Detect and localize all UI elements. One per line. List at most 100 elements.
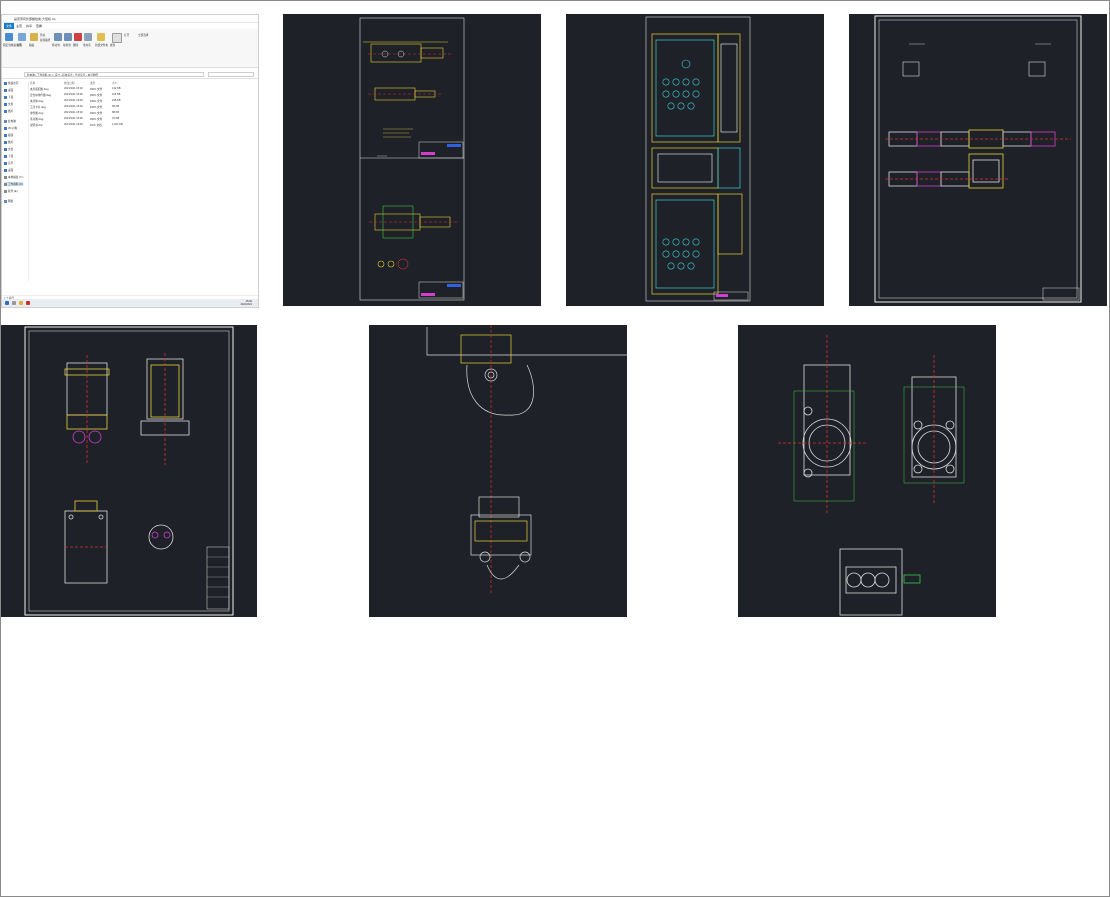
- title-block: [418, 141, 464, 159]
- front-view: [64, 355, 110, 465]
- file-name: 定位块零件图.dwg: [30, 94, 52, 97]
- file-list: 名称 修改日期 类型 大小 夹具装配图.dwg 2021/3/21 15:02 DW…: [30, 81, 256, 141]
- cad-drawing-shaft[interactable]: [283, 14, 541, 306]
- delete-icon[interactable]: [74, 33, 82, 41]
- nav-item[interactable]: 桌面: [4, 168, 13, 172]
- nav-item[interactable]: 下载: [4, 95, 13, 99]
- cylinder-rows: [885, 129, 1071, 189]
- move-icon[interactable]: [54, 33, 62, 41]
- bottom-view: [839, 548, 921, 616]
- table-row[interactable]: 说明书.doc 2021/3/21 15:02 DOC 文档 1,204 KB: [30, 123, 256, 129]
- cad-canvas: [24, 326, 234, 616]
- folder-icon: [4, 133, 7, 137]
- app-icon[interactable]: [26, 301, 30, 305]
- nav-item[interactable]: 文档: [4, 147, 13, 151]
- folder-icon: [4, 161, 7, 165]
- folder-icon: [4, 102, 7, 106]
- nav-item[interactable]: 此电脑: [4, 119, 16, 123]
- search-input[interactable]: [208, 72, 254, 77]
- shaft-bottom: [369, 205, 458, 270]
- ribbon-label: 新建文件夹: [95, 44, 108, 47]
- pin-icon[interactable]: [5, 33, 13, 41]
- nav-item[interactable]: 3D 对象: [4, 126, 17, 130]
- nav-item[interactable]: 图片: [4, 109, 13, 113]
- nav-item[interactable]: 视频: [4, 133, 13, 137]
- nav-item[interactable]: 文档: [4, 102, 13, 106]
- column-date[interactable]: 修改日期: [64, 81, 74, 85]
- nav-item[interactable]: 快速访问: [4, 81, 18, 85]
- left-view: [778, 335, 868, 515]
- computer-icon: [4, 119, 7, 123]
- nav-item[interactable]: 软件 (E:): [4, 189, 18, 193]
- cad-drawing-cylinders[interactable]: [849, 14, 1107, 306]
- ribbon-label[interactable]: 全部选择: [138, 33, 148, 37]
- annotations: [377, 128, 413, 157]
- copy-to-icon[interactable]: [64, 33, 72, 41]
- cad-drawing-flange-block[interactable]: [738, 325, 996, 617]
- nav-item[interactable]: 本地磁盘 (C:): [4, 175, 23, 179]
- taskbar: 15:02 2021/3/21: [2, 299, 258, 307]
- parts-list: [206, 546, 230, 610]
- file-name: 毛坯图.dwg: [30, 118, 44, 121]
- file-date: 2021/3/21 15:02: [64, 105, 83, 108]
- nav-item[interactable]: 音乐: [4, 161, 13, 165]
- plate-middle: [651, 147, 741, 189]
- address-input[interactable]: 此电脑 › 工作资料 (D:) › 设计 › 机械设计 › 毕业设计 › 夹具图…: [24, 72, 204, 77]
- file-type: DWG 文件: [90, 118, 103, 121]
- search-icon[interactable]: [12, 301, 16, 305]
- title-block: [713, 291, 749, 301]
- cad-drawing-fixture-plate[interactable]: [566, 14, 824, 306]
- column-type[interactable]: 类型: [90, 81, 95, 85]
- ribbon-label: 复制: [17, 44, 23, 47]
- new-folder-icon[interactable]: [97, 33, 105, 41]
- column-size[interactable]: 大小: [112, 81, 117, 85]
- file-date: 2021/3/21 15:02: [64, 117, 83, 120]
- copy-icon[interactable]: [18, 33, 26, 41]
- ribbon-label: 粘贴: [29, 44, 35, 47]
- folder-icon: [4, 95, 7, 99]
- file-type: DWG 文件: [90, 94, 103, 97]
- explorer-icon[interactable]: [19, 301, 23, 305]
- file-date: 2021/3/21 15:02: [64, 99, 83, 102]
- side-view: [140, 353, 190, 465]
- paste-icon[interactable]: [30, 33, 38, 41]
- column-name[interactable]: 名称: [30, 81, 35, 85]
- rename-icon[interactable]: [84, 33, 92, 41]
- ribbon-label: 属性: [110, 44, 116, 47]
- nav-item-selected[interactable]: 工作资料 (D:): [4, 182, 24, 186]
- nav-item[interactable]: 下载: [4, 154, 13, 158]
- ribbon-label[interactable]: 剪切: [40, 33, 45, 37]
- shaft-details: [368, 50, 451, 95]
- file-size: 76 KB: [112, 117, 120, 120]
- cad-drawing-bracket[interactable]: [369, 325, 627, 617]
- nav-item[interactable]: 网络: [4, 199, 13, 203]
- shaft-top: [363, 41, 448, 101]
- file-name: 说明书.doc: [30, 124, 43, 127]
- folder-icon: [4, 147, 7, 151]
- cad-drawing-assembly[interactable]: [1, 325, 257, 617]
- folder-icon: [4, 126, 7, 130]
- hole-pattern-bottom: [662, 238, 700, 270]
- ribbon-label[interactable]: 打开: [124, 33, 129, 37]
- symbols: [902, 43, 1051, 77]
- ribbon-label: 移动到: [52, 44, 60, 47]
- detail-view: [148, 524, 174, 550]
- cad-canvas: [359, 17, 465, 301]
- file-size: 1,204 KB: [112, 123, 123, 126]
- navigation-pane: 快速访问 桌面 下载 文档 图片 此电脑 3D 对象 视频 图片 文档 下载 音…: [2, 81, 29, 281]
- address-bar: 此电脑 › 工作资料 (D:) › 设计 › 机械设计 › 毕业设计 › 夹具图…: [2, 71, 258, 79]
- file-explorer-thumbnail[interactable]: 是否带有外部螺纹类-大型机.zip 文件 主页 共享 查看 固定到快速访问 复制…: [1, 14, 259, 308]
- file-size: 95 KB: [112, 105, 120, 108]
- title-block-2: [418, 281, 464, 299]
- nav-item[interactable]: 桌面: [4, 88, 13, 92]
- file-date: 2021/3/21 15:02: [64, 111, 83, 114]
- nav-item[interactable]: 图片: [4, 140, 13, 144]
- properties-icon[interactable]: [112, 33, 122, 43]
- start-icon[interactable]: [5, 301, 9, 305]
- folder-icon: [4, 154, 7, 158]
- folder-icon: [4, 168, 7, 172]
- cad-canvas: [426, 325, 627, 595]
- ribbon-label[interactable]: 复制路径: [40, 38, 50, 42]
- ribbon-label: 删除: [73, 44, 79, 47]
- ribbon-label: 复制到: [63, 44, 71, 47]
